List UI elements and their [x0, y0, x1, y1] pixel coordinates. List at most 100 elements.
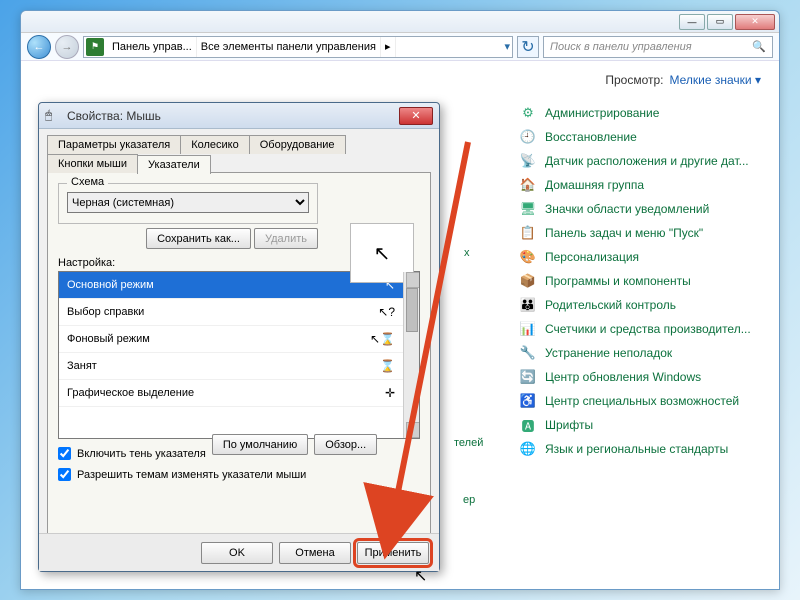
stray-text: ер — [463, 494, 475, 506]
cp-item[interactable]: 📋 Панель задач и меню "Пуск" — [519, 221, 761, 245]
maximize-button[interactable]: ▭ — [707, 14, 733, 30]
scrollbar[interactable] — [403, 272, 419, 438]
cp-item-label: Центр обновления Windows — [545, 370, 701, 384]
search-placeholder: Поиск в панели управления — [550, 41, 692, 53]
search-input[interactable]: Поиск в панели управления 🔍 — [543, 36, 773, 58]
view-dropdown[interactable]: Мелкие значки ▾ — [670, 73, 761, 87]
cp-item-label: Устранение неполадок — [545, 346, 672, 360]
cp-item[interactable]: 👪 Родительский контроль — [519, 293, 761, 317]
minimize-button[interactable]: — — [679, 14, 705, 30]
ok-button[interactable]: OK — [201, 542, 273, 564]
cursor-item-label: Занят — [67, 360, 97, 372]
cursor-list-item[interactable]: Фоновый режим↖⌛ — [59, 326, 403, 353]
pointers-panel: Схема Черная (системная) Сохранить как..… — [47, 172, 431, 538]
cursor-item-label: Фоновый режим — [67, 333, 150, 345]
themes-checkbox[interactable] — [58, 468, 71, 481]
cp-item-label: Центр специальных возможностей — [545, 394, 739, 408]
cursor-list-item[interactable]: Графическое выделение ✛ — [59, 380, 403, 407]
tab-hardware[interactable]: Оборудование — [249, 135, 346, 154]
titlebar: — ▭ ✕ — [21, 11, 779, 33]
cp-item-label: Домашняя группа — [545, 178, 644, 192]
cp-item[interactable]: 🕘Восстановление — [519, 125, 761, 149]
cp-item-label: Панель задач и меню "Пуск" — [545, 226, 703, 240]
cursor-list[interactable]: Основной режим↖Выбор справки↖?Фоновый ре… — [58, 271, 420, 439]
view-label: Просмотр: — [605, 73, 663, 87]
cp-item[interactable]: 🔧Устранение неполадок — [519, 341, 761, 365]
cp-item[interactable]: 🅰 Шрифты — [519, 413, 761, 437]
breadcrumb-all[interactable]: Все элементы панели управления — [197, 37, 381, 57]
close-button[interactable]: ✕ — [735, 14, 775, 30]
cp-item[interactable]: 🌐 Язык и региональные стандарты — [519, 437, 761, 461]
cursor-item-label: Выбор справки — [67, 306, 144, 318]
address-bar[interactable]: ⚑ Панель управ... Все элементы панели уп… — [83, 36, 513, 58]
cp-item[interactable]: 🎨Персонализация — [519, 245, 761, 269]
cp-item-icon: 👪 — [519, 296, 537, 314]
defaults-button[interactable]: По умолчанию — [212, 434, 308, 455]
cursor-item-label: Графическое выделение — [67, 387, 194, 399]
cp-item-icon: 📦 — [519, 272, 537, 290]
cp-item-label: Персонализация — [545, 250, 639, 264]
dialog-buttons: OK Отмена Применить — [39, 533, 439, 571]
cancel-button[interactable]: Отмена — [279, 542, 351, 564]
cp-item[interactable]: 📡 Датчик расположения и другие дат... — [519, 149, 761, 173]
control-panel-list: Просмотр: Мелкие значки ▾ ⚙ Администриров… — [501, 61, 779, 589]
cp-item-icon: ♿ — [519, 392, 537, 410]
dialog-titlebar: 🖱 Свойства: Мышь ✕ — [39, 103, 439, 129]
cp-item-label: Значки области уведомлений — [545, 202, 709, 216]
cp-item-icon: 🖥 — [519, 200, 537, 218]
mouse-icon: 🖱 — [45, 108, 61, 124]
cp-item[interactable]: ⚙ Администрирование — [519, 101, 761, 125]
cp-item-icon: 🔄 — [519, 368, 537, 386]
navbar: ← → ⚑ Панель управ... Все элементы панел… — [21, 33, 779, 61]
browse-button[interactable]: Обзор... — [314, 434, 377, 455]
cp-item-icon: 📡 — [519, 152, 537, 170]
breadcrumb-root[interactable]: Панель управ... — [108, 37, 197, 57]
cursor-list-item[interactable]: Занят⌛ — [59, 353, 403, 380]
cp-item-label: Родительский контроль — [545, 298, 676, 312]
dialog-title: Свойства: Мышь — [67, 109, 161, 123]
cursor-icon: ↖ — [414, 566, 427, 586]
cp-item-icon: ⚙ — [519, 104, 537, 122]
apply-button[interactable]: Применить — [357, 542, 429, 564]
breadcrumb-chevron[interactable]: ▸ — [381, 37, 396, 57]
cp-item[interactable]: ♿ Центр специальных возможностей — [519, 389, 761, 413]
cursor-list-item[interactable]: Выбор справки↖? — [59, 299, 403, 326]
search-icon[interactable]: 🔍 — [752, 40, 766, 53]
cp-item[interactable]: 🖥 Значки области уведомлений — [519, 197, 761, 221]
tab-wheel[interactable]: Колесико — [180, 135, 250, 154]
stray-text: телей — [454, 437, 483, 449]
forward-button[interactable]: → — [55, 35, 79, 59]
cp-item-label: Датчик расположения и другие дат... — [545, 154, 749, 168]
tab-buttons[interactable]: Кнопки мыши — [47, 154, 138, 173]
mouse-properties-dialog: 🖱 Свойства: Мышь ✕ Параметры указателя К… — [38, 102, 440, 572]
cp-item-label: Счетчики и средства производител... — [545, 322, 751, 336]
scheme-label: Схема — [67, 176, 108, 188]
themes-label: Разрешить темам изменять указатели мыши — [77, 469, 306, 481]
back-button[interactable]: ← — [27, 35, 51, 59]
save-as-button[interactable]: Сохранить как... — [146, 228, 251, 249]
delete-button: Удалить — [254, 228, 318, 249]
cp-item-icon: 🅰 — [519, 416, 537, 434]
shadow-label: Включить тень указателя — [77, 448, 206, 460]
cp-item[interactable]: 📦Программы и компоненты — [519, 269, 761, 293]
dialog-close-button[interactable]: ✕ — [399, 107, 433, 125]
tab-pointer-options[interactable]: Параметры указателя — [47, 135, 181, 154]
cursor-item-label: Основной режим — [67, 279, 154, 291]
cp-item[interactable]: 🏠Домашняя группа — [519, 173, 761, 197]
cp-item-icon: 📋 — [519, 224, 537, 242]
shadow-checkbox[interactable] — [58, 447, 71, 460]
dropdown-icon[interactable]: ▾ — [504, 40, 510, 53]
cp-item-label: Язык и региональные стандарты — [545, 442, 728, 456]
cp-item-icon: 📊 — [519, 320, 537, 338]
cp-item[interactable]: 🔄 Центр обновления Windows — [519, 365, 761, 389]
cp-item-icon: 🌐 — [519, 440, 537, 458]
refresh-button[interactable]: ↻ — [517, 36, 539, 58]
cp-item-label: Администрирование — [545, 106, 659, 120]
cp-item-label: Восстановление — [545, 130, 637, 144]
control-panel-icon: ⚑ — [86, 38, 104, 56]
cp-item[interactable]: 📊 Счетчики и средства производител... — [519, 317, 761, 341]
tab-pointers[interactable]: Указатели — [137, 155, 211, 174]
scheme-select[interactable]: Черная (системная) — [67, 192, 309, 213]
cursor-glyph: ✛ — [385, 386, 395, 400]
cp-item-label: Шрифты — [545, 418, 593, 432]
